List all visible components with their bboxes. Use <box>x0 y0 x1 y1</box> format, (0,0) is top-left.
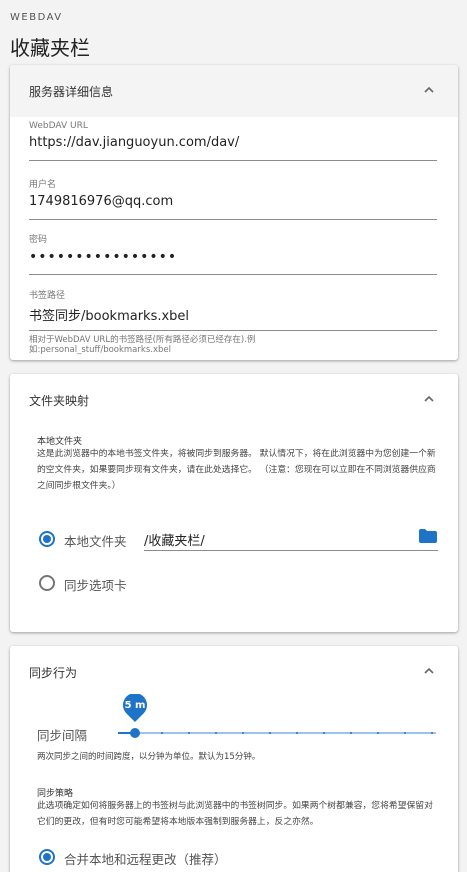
local-folder-description: 这是此浏览器中的本地书签文件夹，将被同步到服务器。 默认情况下，将在此浏览器中为… <box>37 449 436 491</box>
folder-mapping-header[interactable]: 文件夹映射 <box>10 374 458 426</box>
webdav-url-field[interactable]: WebDAV URL https://dav.jianguoyun.com/da… <box>29 121 437 161</box>
sync-strategy-description: 此选项确定如何将服务器上的书签树与此浏览器中的书签树同步。如果两个树都兼容，您将… <box>37 801 433 827</box>
sync-interval-hint: 两次同步之间的时间跨度，以分钟为单位。默认为15分钟。 <box>37 752 261 762</box>
sync-tabs-option-label[interactable]: 同步选项卡 <box>64 575 127 594</box>
webdav-url-input[interactable]: https://dav.jianguoyun.com/dav/ <box>29 135 437 161</box>
bookmark-path-hint: 相对于WebDAV URL的书签路径(所有路径必须已经存在).例 如:perso… <box>29 335 437 355</box>
bookmark-path-hint-line-2: 如:personal_stuff/bookmarks.xbel <box>29 345 171 355</box>
username-label: 用户名 <box>29 180 57 190</box>
sync-interval-label: 同步间隔 <box>37 728 88 743</box>
folder-mapping-title: 文件夹映射 <box>29 394 90 408</box>
folder-mapping-card: 文件夹映射 本地文件夹 这是此浏览器中的本地书签文件夹，将被同步到服务器。 默认… <box>10 374 458 632</box>
local-folder-option-label[interactable]: 本地文件夹 <box>64 531 127 550</box>
page-title: 收藏夹栏 <box>10 36 90 60</box>
server-details-header[interactable]: 服务器详细信息 <box>10 65 458 117</box>
sync-behavior-header[interactable]: 同步行为 <box>10 646 458 698</box>
sync-behavior-card: 同步行为 同步间隔 5 m 两次同步之间的时间跨度，以分钟为单位。默认为15分钟… <box>10 646 458 872</box>
slider-thumb[interactable] <box>130 728 140 738</box>
page-eyebrow: WEBDAV <box>10 12 63 23</box>
chevron-up-icon[interactable] <box>422 392 436 406</box>
username-input[interactable]: 1749816976@qq.com <box>29 194 437 220</box>
slider-tick <box>404 732 406 734</box>
bookmark-path-input[interactable]: 书签同步/bookmarks.xbel <box>29 305 437 331</box>
slider-tick <box>161 732 163 734</box>
bookmark-path-field[interactable]: 书签路径 书签同步/bookmarks.xbel 相对于WebDAV URL的书… <box>29 288 437 355</box>
chevron-up-icon[interactable] <box>422 83 436 97</box>
username-field[interactable]: 用户名 1749816976@qq.com <box>29 177 437 220</box>
slider-tick <box>431 732 433 734</box>
folder-icon[interactable] <box>419 529 437 543</box>
slider-tick <box>296 732 298 734</box>
slider-value-text: 5 m <box>124 700 146 711</box>
merge-strategy-label[interactable]: 合并本地和远程更改（推荐） <box>64 849 227 868</box>
slider-tick <box>323 732 325 734</box>
bookmark-path-label: 书签路径 <box>29 291 66 301</box>
local-folder-radio[interactable] <box>39 531 55 547</box>
chevron-up-icon[interactable] <box>422 664 436 678</box>
password-label: 密码 <box>29 235 48 245</box>
merge-strategy-radio[interactable] <box>39 849 55 865</box>
slider-tick <box>242 732 244 734</box>
local-folder-input[interactable]: /收藏夹栏/ <box>144 527 438 551</box>
password-field[interactable]: 密码 •••••••••••••••• <box>29 232 437 275</box>
sync-tabs-radio[interactable] <box>39 575 55 591</box>
slider-tick <box>215 732 217 734</box>
local-folder-value: /收藏夹栏/ <box>144 534 205 549</box>
webdav-url-label: WebDAV URL <box>29 121 88 131</box>
password-input[interactable]: •••••••••••••••• <box>29 249 437 275</box>
sync-behavior-title: 同步行为 <box>29 666 78 680</box>
slider-tick <box>350 732 352 734</box>
slider-tick <box>377 732 379 734</box>
slider-tick <box>188 732 190 734</box>
server-details-card: 服务器详细信息 WebDAV URL https://dav.jianguoyu… <box>10 65 458 360</box>
slider-track[interactable] <box>118 732 436 734</box>
server-details-title: 服务器详细信息 <box>29 85 114 99</box>
bookmark-path-hint-line-1: 相对于WebDAV URL的书签路径(所有路径必须已经存在).例 <box>29 335 256 345</box>
slider-tick <box>269 732 271 734</box>
